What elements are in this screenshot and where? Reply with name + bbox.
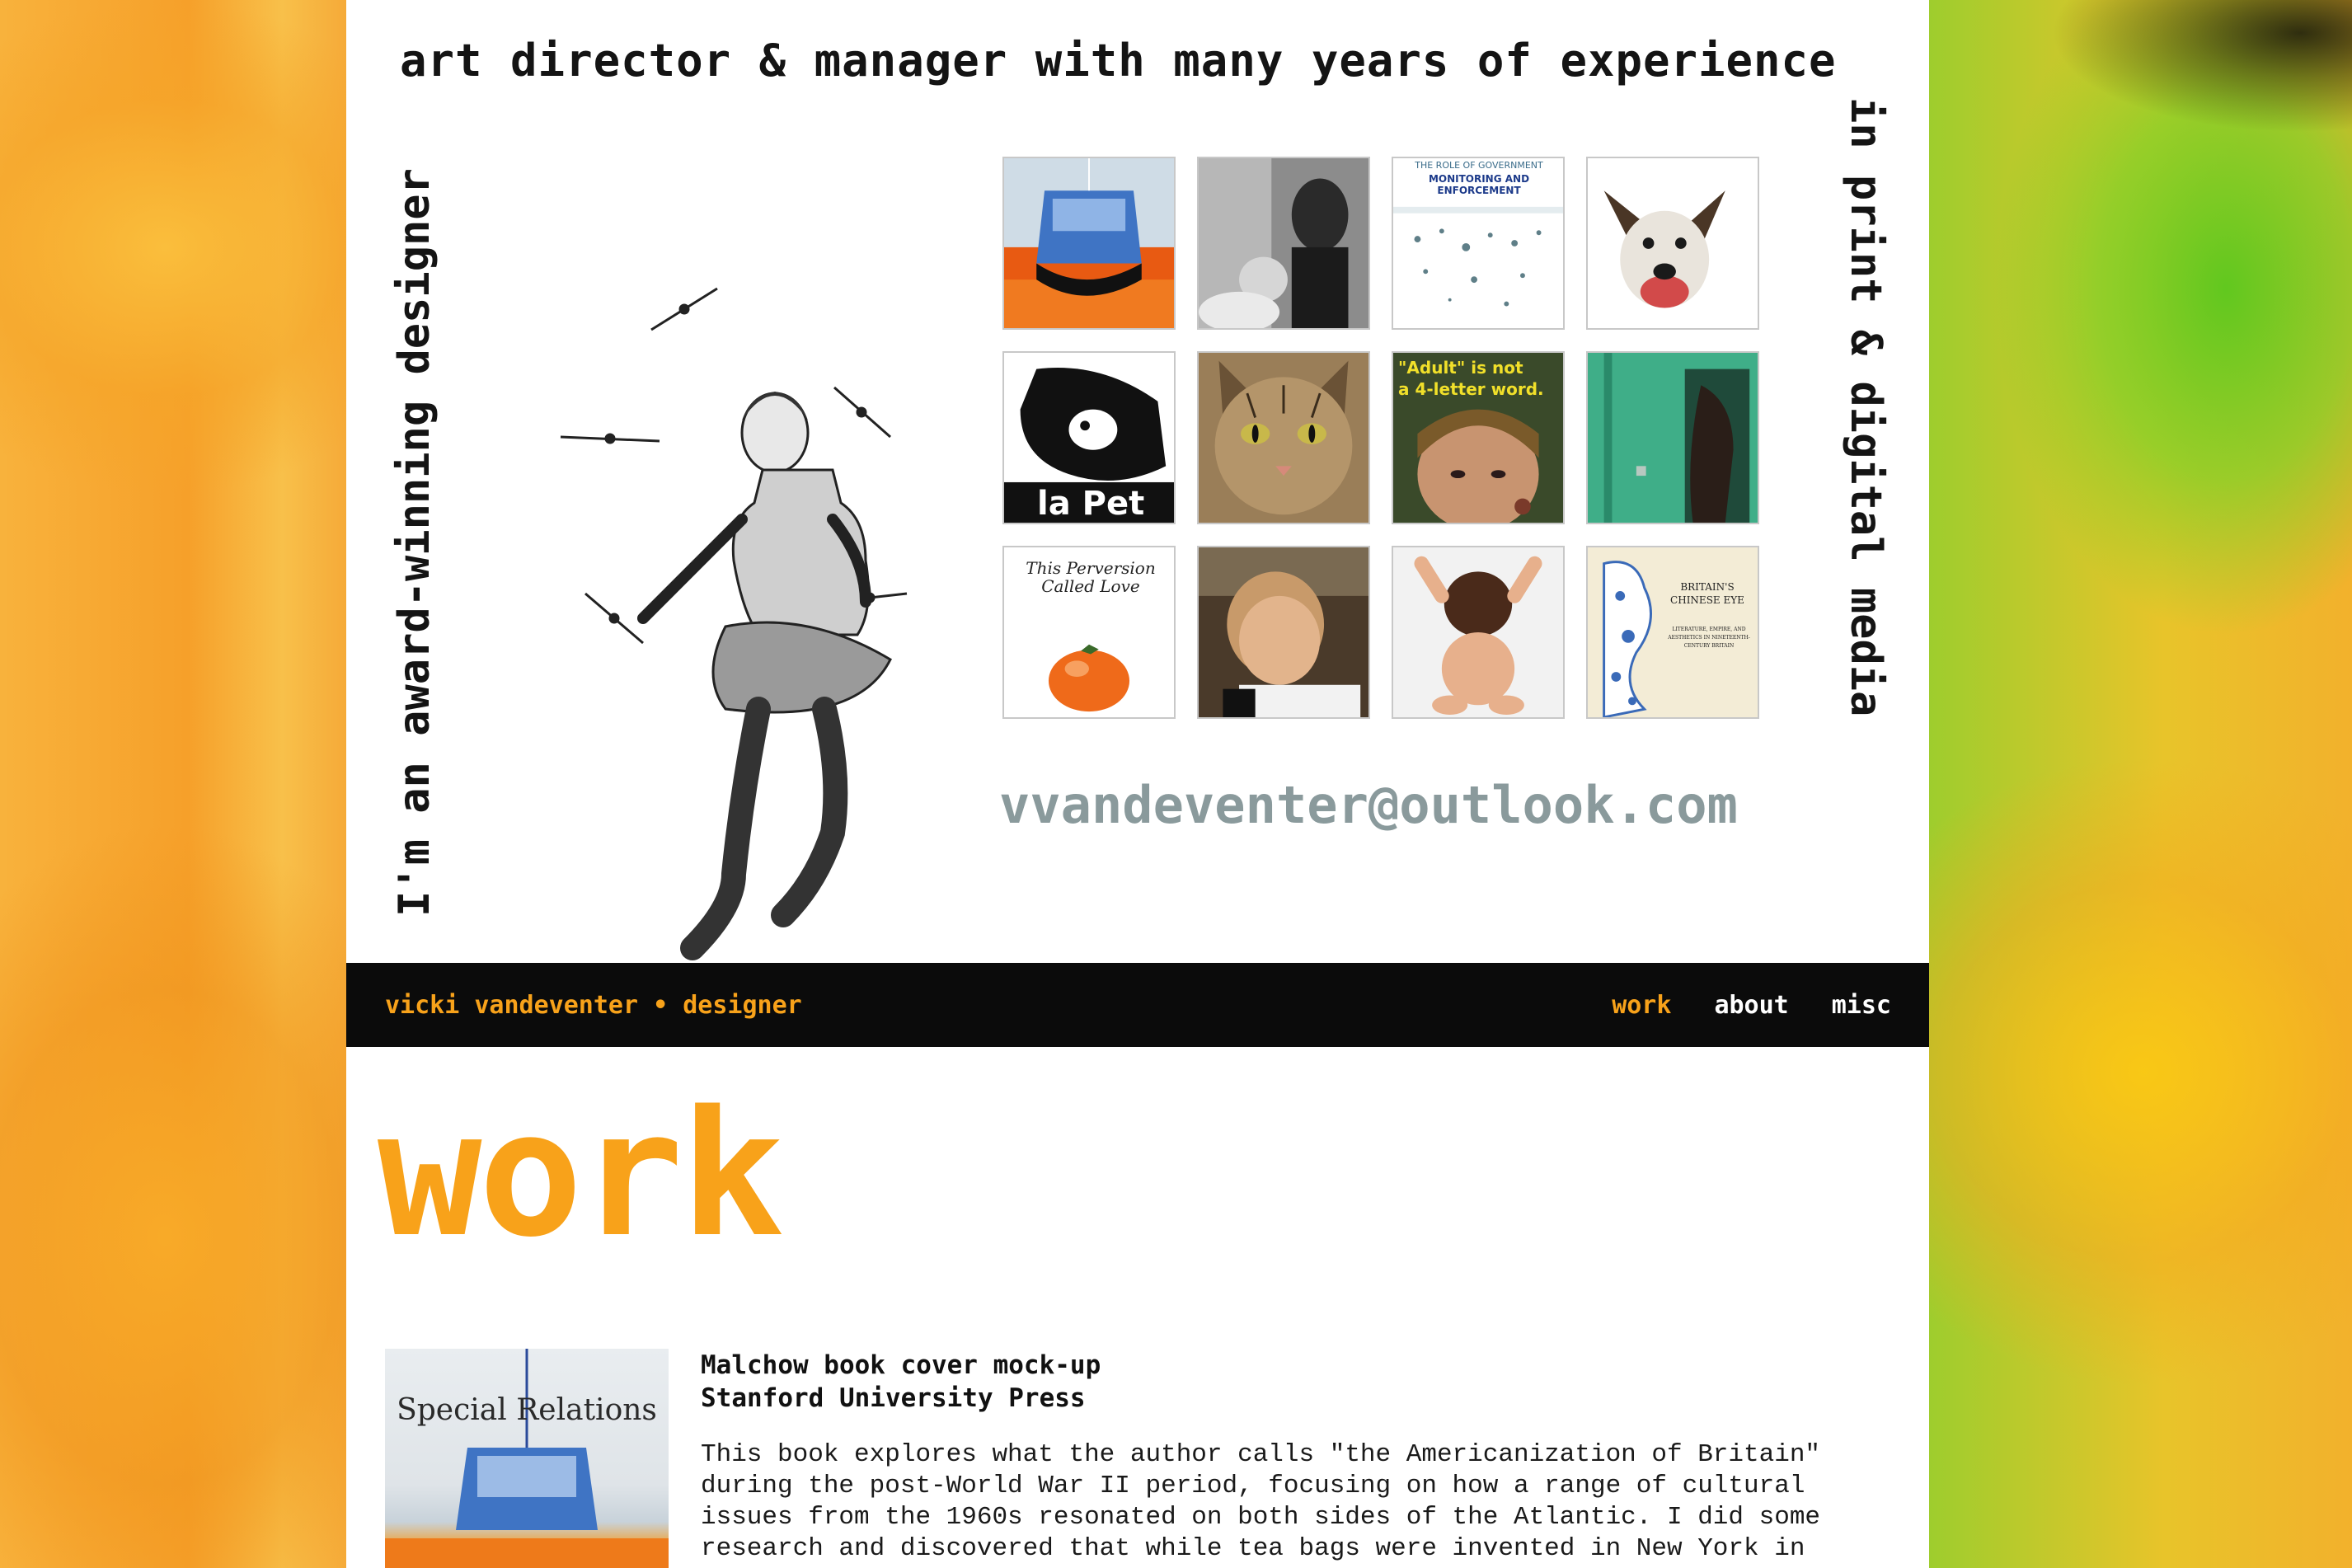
- cover-teabag-art: [385, 1349, 669, 1568]
- juggler-illustration: [560, 287, 908, 960]
- thumbnail-caption: la Pet: [1037, 485, 1145, 523]
- thumbnail-la-pet[interactable]: la Pet: [1002, 351, 1176, 524]
- tagline-left: I'm an award-winning designer: [390, 168, 439, 917]
- thumbnail-portrait[interactable]: [1197, 546, 1370, 719]
- nav-links: work about misc: [1612, 991, 1891, 1020]
- page-content: art director & manager with many years o…: [346, 0, 1929, 1568]
- tagline-top: art director & manager with many years o…: [400, 35, 1837, 87]
- cover-title: Special Relations: [397, 1393, 657, 1427]
- project-description: This book explores what the author calls…: [701, 1440, 1821, 1563]
- thumbnail-monitoring-enforcement[interactable]: THE ROLE OF GOVERNMENT MONITORING AND EN…: [1392, 157, 1565, 330]
- nav-link-misc[interactable]: misc: [1832, 991, 1891, 1020]
- thumbnail-cat[interactable]: [1197, 351, 1370, 524]
- thumbnail-caption: MONITORING AND ENFORCEMENT: [1428, 173, 1530, 196]
- hero-banner: art director & manager with many years o…: [346, 0, 1929, 963]
- thumbnail-vintage-photo[interactable]: [1197, 157, 1370, 330]
- project-details: Malchow book cover mock-up Stanford Univ…: [701, 1349, 1888, 1565]
- thumbnail-dog[interactable]: [1586, 157, 1759, 330]
- site-brand[interactable]: vicki vandeventer • designer: [385, 991, 802, 1020]
- email-link[interactable]: vvandeventer@outlook.com: [999, 775, 1738, 835]
- thumbnail-britains-chinese-eye[interactable]: BRITAIN'S CHINESE EYE LITERATURE, EMPIRE…: [1586, 546, 1759, 719]
- thumbnail-caption: THE ROLE OF GOVERNMENT: [1415, 160, 1543, 171]
- thumbnail-caption: a 4-letter word.: [1398, 379, 1544, 399]
- thumbnail-adult-word[interactable]: "Adult" is not a 4-letter word.: [1392, 351, 1565, 524]
- nav-link-about[interactable]: about: [1714, 991, 1788, 1020]
- nav-bar: vicki vandeventer • designer work about …: [346, 963, 1929, 1047]
- nav-link-work[interactable]: work: [1612, 991, 1671, 1020]
- thumbnail-baby-doll[interactable]: [1392, 546, 1565, 719]
- thumbnail-caption: BRITAIN'S CHINESE EYE: [1670, 581, 1744, 606]
- thumbnail-caption: "Adult" is not: [1398, 358, 1523, 378]
- project-cover-image[interactable]: Special Relations: [385, 1349, 669, 1568]
- thumbnail-caption: This Perversion Called Love: [1026, 558, 1156, 596]
- portfolio-thumbnail-grid: THE ROLE OF GOVERNMENT MONITORING AND EN…: [1002, 157, 1759, 719]
- thumbnail-perversion-love[interactable]: This Perversion Called Love: [1002, 546, 1176, 719]
- thumbnail-teabag[interactable]: [1002, 157, 1176, 330]
- project-publisher: Stanford University Press: [701, 1383, 1086, 1413]
- thumbnail-green-door[interactable]: [1586, 351, 1759, 524]
- page-heading: work: [378, 1073, 785, 1275]
- project-title: Malchow book cover mock-up: [701, 1350, 1101, 1380]
- tagline-right: in print & digital media: [1841, 97, 1890, 717]
- thumbnail-caption: LITERATURE, EMPIRE, AND AESTHETICS IN NI…: [1668, 627, 1750, 649]
